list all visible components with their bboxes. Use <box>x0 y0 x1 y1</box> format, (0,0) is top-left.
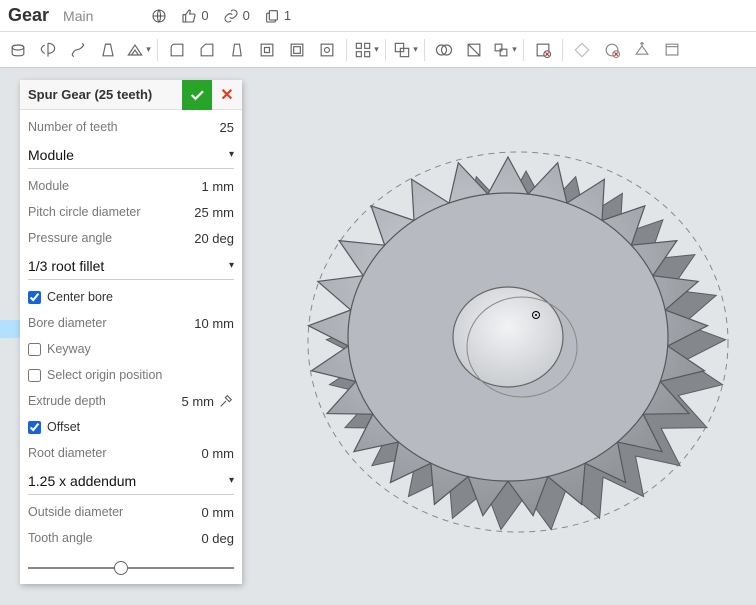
origin-marker-icon <box>532 311 540 319</box>
row-module[interactable]: Module 1 mm <box>28 173 234 199</box>
tooth-angle-slider[interactable] <box>28 567 234 569</box>
centerbore-label: Center bore <box>47 290 113 304</box>
bd-value[interactable]: 10 mm <box>194 316 234 331</box>
rd-label: Root diameter <box>28 446 107 460</box>
document-name: Gear <box>8 5 49 26</box>
row-extrude-depth[interactable]: Extrude depth 5 mm <box>28 388 234 414</box>
title-bar: Gear Main 0 0 1 <box>0 0 756 32</box>
keyway-label: Keyway <box>47 342 91 356</box>
copies-count[interactable]: 1 <box>264 8 291 24</box>
tool-shell-icon[interactable] <box>283 36 311 64</box>
row-keyway[interactable]: Keyway <box>28 336 234 362</box>
pcd-value[interactable]: 25 mm <box>194 205 234 220</box>
links-count[interactable]: 0 <box>223 8 250 24</box>
keyway-checkbox[interactable] <box>28 343 41 356</box>
od-label: Outside diameter <box>28 505 123 519</box>
tool-draft-icon[interactable] <box>223 36 251 64</box>
tool-rib-icon[interactable] <box>253 36 281 64</box>
row-tooth-angle-slider <box>28 551 234 574</box>
ed-value[interactable]: 5 mm <box>182 394 215 409</box>
od-value[interactable]: 0 mm <box>202 505 235 520</box>
public-icon[interactable] <box>151 8 167 24</box>
fillet-select[interactable]: 1/3 root fillet <box>28 252 234 280</box>
main-area: Spur Gear (25 teeth) ✕ Number of teeth 2… <box>0 68 756 605</box>
teeth-label: Number of teeth <box>28 120 118 134</box>
tool-thicken-icon[interactable] <box>124 36 152 64</box>
row-root-diameter[interactable]: Root diameter 0 mm <box>28 440 234 466</box>
origin-label: Select origin position <box>47 368 162 382</box>
tool-extrude-add-icon[interactable] <box>4 36 32 64</box>
teeth-value[interactable]: 25 <box>220 120 234 135</box>
row-offset[interactable]: Offset <box>28 414 234 440</box>
fillet-select-label: 1/3 root fillet <box>28 258 104 274</box>
module-select-label: Module <box>28 147 74 163</box>
tool-pattern-icon[interactable] <box>352 36 380 64</box>
offset-checkbox[interactable] <box>28 421 41 434</box>
centerbore-checkbox[interactable] <box>28 291 41 304</box>
tool-loft-icon[interactable] <box>94 36 122 64</box>
tool-chamfer-icon[interactable] <box>193 36 221 64</box>
ed-label: Extrude depth <box>28 394 106 408</box>
feature-toolbar <box>0 32 756 68</box>
row-centerbore[interactable]: Center bore <box>28 284 234 310</box>
viewport-3d[interactable] <box>260 68 756 605</box>
row-bore-diameter[interactable]: Bore diameter 10 mm <box>28 310 234 336</box>
tool-sweep-icon[interactable] <box>64 36 92 64</box>
likes-value: 0 <box>201 8 208 23</box>
tool-boolean-icon[interactable] <box>391 36 419 64</box>
bd-label: Bore diameter <box>28 316 107 330</box>
tool-transform-icon[interactable] <box>490 36 518 64</box>
origin-checkbox[interactable] <box>28 369 41 382</box>
pa-value[interactable]: 20 deg <box>194 231 234 246</box>
addendum-select-label: 1.25 x addendum <box>28 473 136 489</box>
module-label: Module <box>28 179 69 193</box>
tool-move-face-icon[interactable] <box>598 36 626 64</box>
tool-modify-fillet-icon[interactable] <box>568 36 596 64</box>
row-outside-diameter[interactable]: Outside diameter 0 mm <box>28 499 234 525</box>
confirm-button[interactable] <box>182 80 212 110</box>
row-teeth[interactable]: Number of teeth 25 <box>28 114 234 140</box>
doc-meta: 0 0 1 <box>151 8 291 24</box>
feature-selected-indicator[interactable] <box>0 320 20 338</box>
row-tooth-angle[interactable]: Tooth angle 0 deg <box>28 525 234 551</box>
row-origin[interactable]: Select origin position <box>28 362 234 388</box>
feature-panel: Spur Gear (25 teeth) ✕ Number of teeth 2… <box>20 80 242 584</box>
likes-count[interactable]: 0 <box>181 8 208 24</box>
row-pcd[interactable]: Pitch circle diameter 25 mm <box>28 199 234 225</box>
panel-header: Spur Gear (25 teeth) ✕ <box>20 80 242 110</box>
ta-label: Tooth angle <box>28 531 93 545</box>
row-pressure-angle[interactable]: Pressure angle 20 deg <box>28 225 234 251</box>
module-select[interactable]: Module <box>28 141 234 169</box>
panel-title: Spur Gear (25 teeth) <box>28 87 182 102</box>
links-value: 0 <box>243 8 250 23</box>
module-value[interactable]: 1 mm <box>202 179 235 194</box>
workspace-tab[interactable]: Main <box>63 8 93 24</box>
tool-replace-face-icon[interactable] <box>628 36 656 64</box>
tool-offset-surface-icon[interactable] <box>658 36 686 64</box>
rd-value[interactable]: 0 mm <box>202 446 235 461</box>
tool-revolve-icon[interactable] <box>34 36 62 64</box>
tool-fillet-icon[interactable] <box>163 36 191 64</box>
pcd-label: Pitch circle diameter <box>28 205 141 219</box>
tool-delete-face-icon[interactable] <box>529 36 557 64</box>
pa-label: Pressure angle <box>28 231 112 245</box>
ta-value[interactable]: 0 deg <box>201 531 234 546</box>
tool-split-icon[interactable] <box>460 36 488 64</box>
offset-label: Offset <box>47 420 80 434</box>
cancel-button[interactable]: ✕ <box>212 80 242 110</box>
panel-body: Number of teeth 25 Module Module 1 mm Pi… <box>20 110 242 584</box>
copies-value: 1 <box>284 8 291 23</box>
tool-hole-icon[interactable] <box>313 36 341 64</box>
gear-preview <box>278 107 738 567</box>
addendum-select[interactable]: 1.25 x addendum <box>28 467 234 495</box>
tool-intersect-icon[interactable] <box>430 36 458 64</box>
feature-list-strip <box>0 80 20 570</box>
depth-picker-icon[interactable] <box>218 393 234 409</box>
